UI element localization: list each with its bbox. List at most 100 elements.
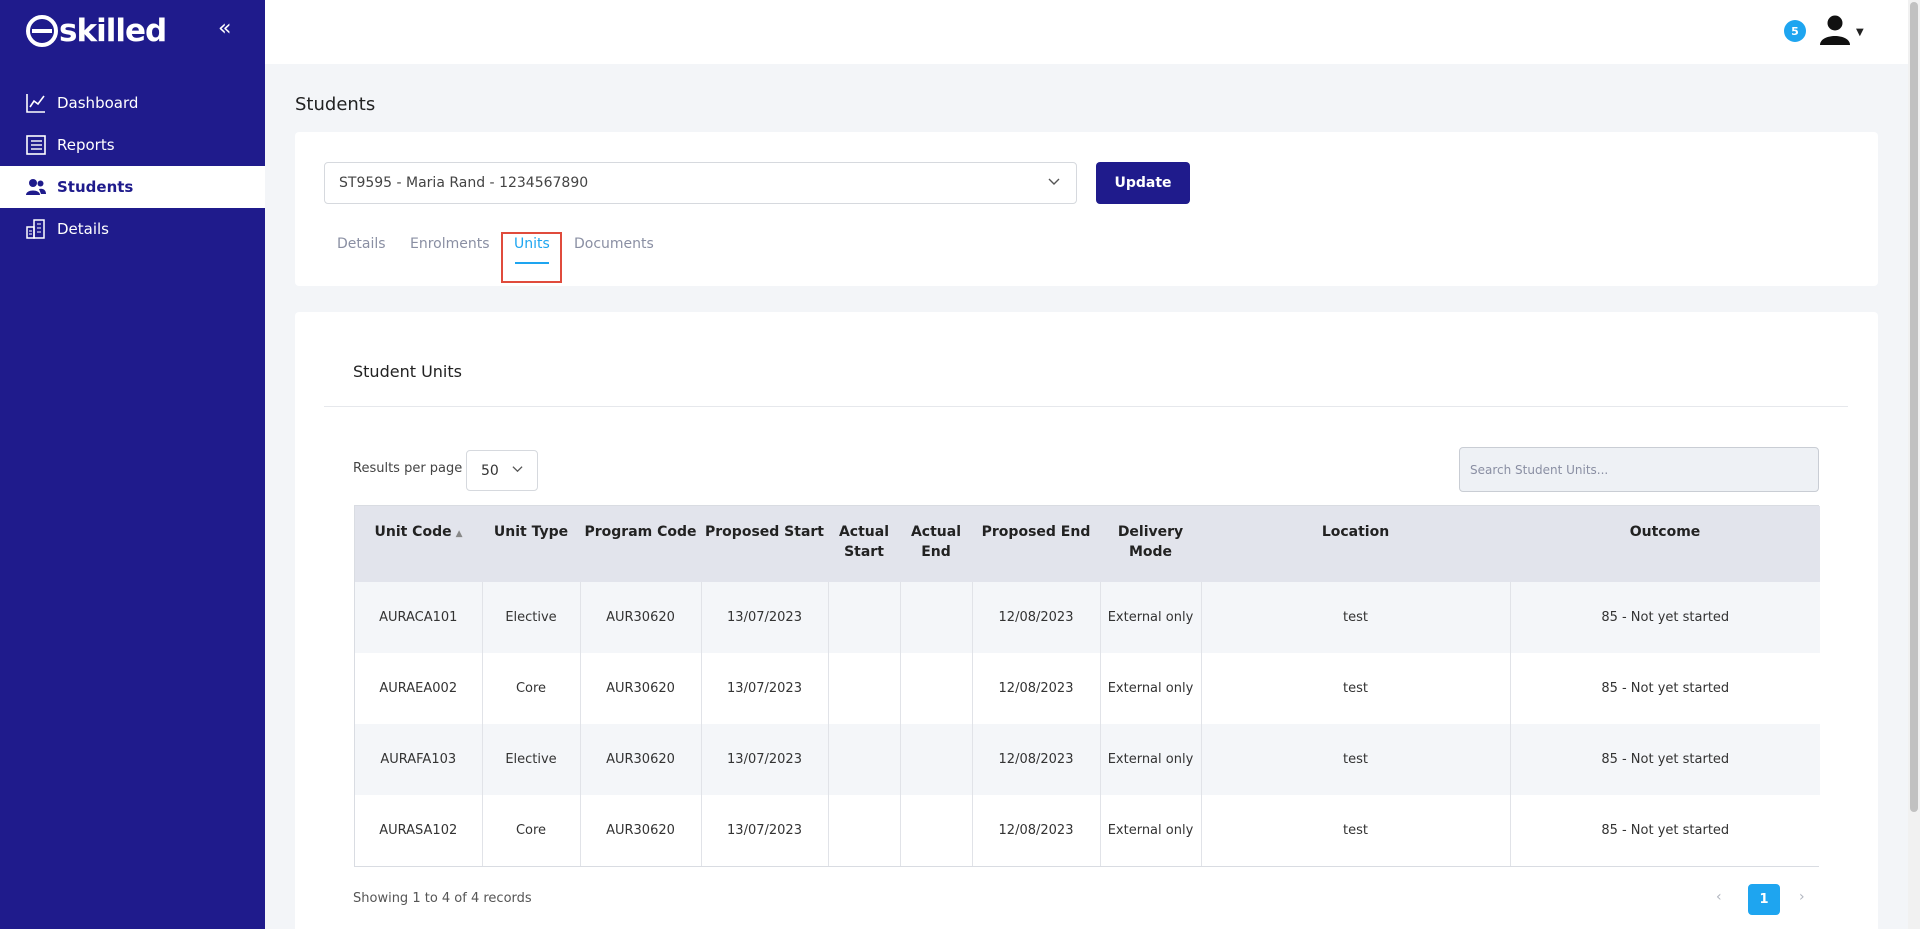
cell-actual-end <box>899 653 972 724</box>
sidebar-item-details[interactable]: Details <box>0 208 265 250</box>
cell-unit-code: AURAEA002 <box>355 653 482 724</box>
sidebar-item-reports[interactable]: Reports <box>0 124 265 166</box>
cell-proposed-end: 12/08/2023 <box>971 653 1100 724</box>
column-label: Delivery Mode <box>1117 524 1184 560</box>
sidebar-item-label: Dashboard <box>57 94 139 112</box>
pagination-prev-icon[interactable]: ‹ <box>1716 889 1722 905</box>
cell-unit-type: Core <box>481 795 580 866</box>
building-icon <box>25 218 47 240</box>
sidebar-nav: Dashboard Reports Students Details <box>0 82 265 250</box>
table-row[interactable]: AURASA102 Core AUR30620 13/07/2023 12/08… <box>355 795 1820 866</box>
cell-delivery-mode: External only <box>1099 653 1201 724</box>
table-header-row: Unit Code ▲ Unit Type Program Code Propos… <box>355 506 1820 582</box>
chart-line-icon <box>25 92 47 114</box>
records-summary: Showing 1 to 4 of 4 records <box>353 891 532 906</box>
column-header-actual-start[interactable]: Actual Start <box>828 506 900 582</box>
column-header-proposed-end[interactable]: Proposed End <box>972 506 1100 582</box>
chevron-down-icon: ▼ <box>1856 26 1864 38</box>
pagination-page-1[interactable]: 1 <box>1748 884 1780 915</box>
page-scrollbar[interactable] <box>1908 0 1920 929</box>
tab-enrolments[interactable]: Enrolments <box>410 236 490 252</box>
column-header-unit-code[interactable]: Unit Code ▲ <box>355 506 482 582</box>
cell-delivery-mode: External only <box>1099 582 1201 653</box>
chevron-down-icon <box>512 463 523 477</box>
cell-proposed-start: 13/07/2023 <box>700 582 828 653</box>
table-row[interactable]: AURAFA103 Elective AUR30620 13/07/2023 1… <box>355 724 1820 795</box>
cell-unit-code: AURAFA103 <box>355 724 482 795</box>
table-row[interactable]: AURAEA002 Core AUR30620 13/07/2023 12/08… <box>355 653 1820 724</box>
column-header-delivery-mode[interactable]: Delivery Mode <box>1100 506 1201 582</box>
cell-location: test <box>1200 795 1510 866</box>
cell-actual-end <box>899 724 972 795</box>
tab-details[interactable]: Details <box>337 236 386 252</box>
search-student-units-input[interactable] <box>1459 447 1819 492</box>
cell-proposed-end: 12/08/2023 <box>971 795 1100 866</box>
notification-badge[interactable]: 5 <box>1784 20 1806 42</box>
column-header-program-code[interactable]: Program Code <box>580 506 701 582</box>
column-header-proposed-start[interactable]: Proposed Start <box>701 506 828 582</box>
tab-label: Details <box>337 236 386 252</box>
column-header-outcome[interactable]: Outcome <box>1510 506 1820 582</box>
topbar <box>265 0 1920 64</box>
cell-unit-code: AURASA102 <box>355 795 482 866</box>
column-label: Program Code <box>584 524 697 540</box>
cell-proposed-start: 13/07/2023 <box>700 795 828 866</box>
column-label: Outcome <box>1629 524 1701 540</box>
pagination-next-icon[interactable]: › <box>1799 889 1805 905</box>
student-select-value: ST9595 - Maria Rand - 1234567890 <box>339 175 589 191</box>
cell-delivery-mode: External only <box>1099 795 1201 866</box>
cell-actual-end <box>899 582 972 653</box>
sort-ascending-icon: ▲ <box>455 529 463 539</box>
cell-program-code: AUR30620 <box>579 582 701 653</box>
sidebar-item-students[interactable]: Students <box>0 166 265 208</box>
column-label: Proposed Start <box>705 524 824 540</box>
cell-location: test <box>1200 653 1510 724</box>
table-row[interactable]: AURACA101 Elective AUR30620 13/07/2023 1… <box>355 582 1820 653</box>
cell-outcome: 85 - Not yet started <box>1509 795 1820 866</box>
eskilled-logo[interactable]: skilled <box>26 10 167 52</box>
column-header-location[interactable]: Location <box>1201 506 1510 582</box>
cell-actual-start <box>827 582 900 653</box>
cell-unit-type: Elective <box>481 582 580 653</box>
sidebar-item-label: Reports <box>57 136 115 154</box>
cell-actual-start <box>827 653 900 724</box>
results-per-page-label: Results per page <box>353 461 463 476</box>
column-label: Unit Code <box>374 524 452 540</box>
student-select[interactable]: ST9595 - Maria Rand - 1234567890 <box>324 162 1077 204</box>
cell-proposed-end: 12/08/2023 <box>971 724 1100 795</box>
cell-program-code: AUR30620 <box>579 795 701 866</box>
sidebar: skilled « Dashboard Reports Students Det <box>0 0 265 929</box>
section-title: Student Units <box>353 362 462 381</box>
column-label: Proposed End <box>981 524 1091 540</box>
scrollbar-thumb[interactable] <box>1910 2 1918 812</box>
cell-delivery-mode: External only <box>1099 724 1201 795</box>
column-label: Actual Start <box>838 524 890 560</box>
cell-program-code: AUR30620 <box>579 724 701 795</box>
cell-proposed-start: 13/07/2023 <box>700 653 828 724</box>
results-per-page-value: 50 <box>481 462 499 479</box>
cell-actual-end <box>899 795 972 866</box>
user-menu[interactable]: ▼ <box>1818 14 1864 50</box>
collapse-sidebar-icon[interactable]: « <box>218 16 231 41</box>
student-units-table: Unit Code ▲ Unit Type Program Code Propos… <box>354 505 1820 867</box>
sidebar-item-dashboard[interactable]: Dashboard <box>0 82 265 124</box>
highlight-box <box>501 232 562 283</box>
results-per-page-select[interactable]: 50 <box>466 450 538 491</box>
update-button[interactable]: Update <box>1096 162 1190 204</box>
chevron-down-icon <box>1048 175 1060 190</box>
logo-e-mark <box>26 15 58 47</box>
tab-label: Enrolments <box>410 236 490 252</box>
column-header-unit-type[interactable]: Unit Type <box>482 506 580 582</box>
divider <box>324 406 1848 407</box>
cell-outcome: 85 - Not yet started <box>1509 582 1820 653</box>
cell-location: test <box>1200 582 1510 653</box>
page-title: Students <box>295 94 376 115</box>
cell-unit-type: Elective <box>481 724 580 795</box>
column-label: Actual End <box>910 524 962 560</box>
users-icon <box>25 176 47 198</box>
sidebar-item-label: Details <box>57 220 110 238</box>
tab-documents[interactable]: Documents <box>574 236 654 252</box>
column-header-actual-end[interactable]: Actual End <box>900 506 972 582</box>
logo-text: skilled <box>59 13 167 49</box>
cell-outcome: 85 - Not yet started <box>1509 653 1820 724</box>
